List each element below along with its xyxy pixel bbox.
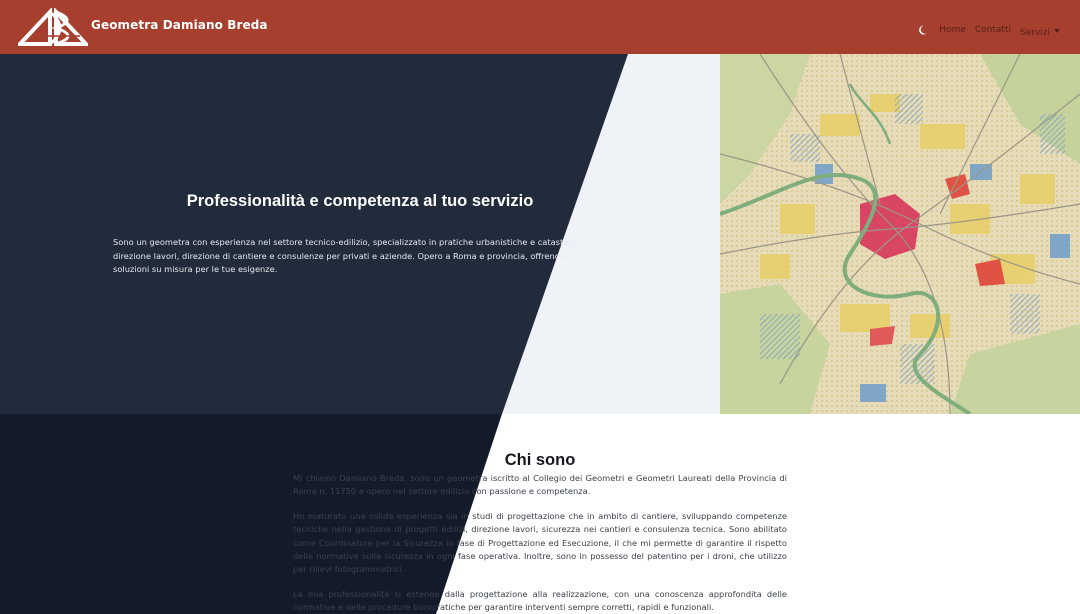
nav-link-contatti[interactable]: Contatti	[975, 25, 1011, 35]
chevron-down-icon	[1054, 28, 1060, 33]
hero-description: Sono un geometra con esperienza nel sett…	[113, 237, 576, 275]
db-triangle-logo-icon	[15, 6, 91, 46]
about-paragraph: Ho maturato una solida esperienza sia in…	[293, 510, 787, 575]
about-title: Chi sono	[504, 451, 576, 469]
nav-link-home[interactable]: Home	[939, 25, 966, 35]
main-nav: Home Contatti Servizi	[918, 20, 1060, 39]
urban-planning-map-of-rome	[720, 54, 1080, 414]
about-body: Mi chiamo Damiano Breda, sono un geometr…	[293, 472, 787, 614]
hero-map-image	[720, 54, 1080, 414]
about-paragraph: Mi chiamo Damiano Breda, sono un geometr…	[293, 473, 787, 497]
logo-link[interactable]	[15, 6, 91, 46]
nav-dropdown-servizi[interactable]: Servizi	[1020, 20, 1060, 39]
brand-name[interactable]: Geometra Damiano Breda	[91, 18, 268, 32]
moon-icon	[919, 25, 927, 34]
theme-toggle-button[interactable]	[918, 24, 930, 36]
navbar: Geometra Damiano Breda Home Contatti Ser…	[0, 0, 1080, 54]
nav-link-servizi[interactable]: Servizi	[1020, 28, 1050, 38]
about-paragraph: La mia professionalità si estende dalla …	[293, 588, 787, 613]
hero-title: Professionalità e competenza al tuo serv…	[186, 192, 534, 210]
